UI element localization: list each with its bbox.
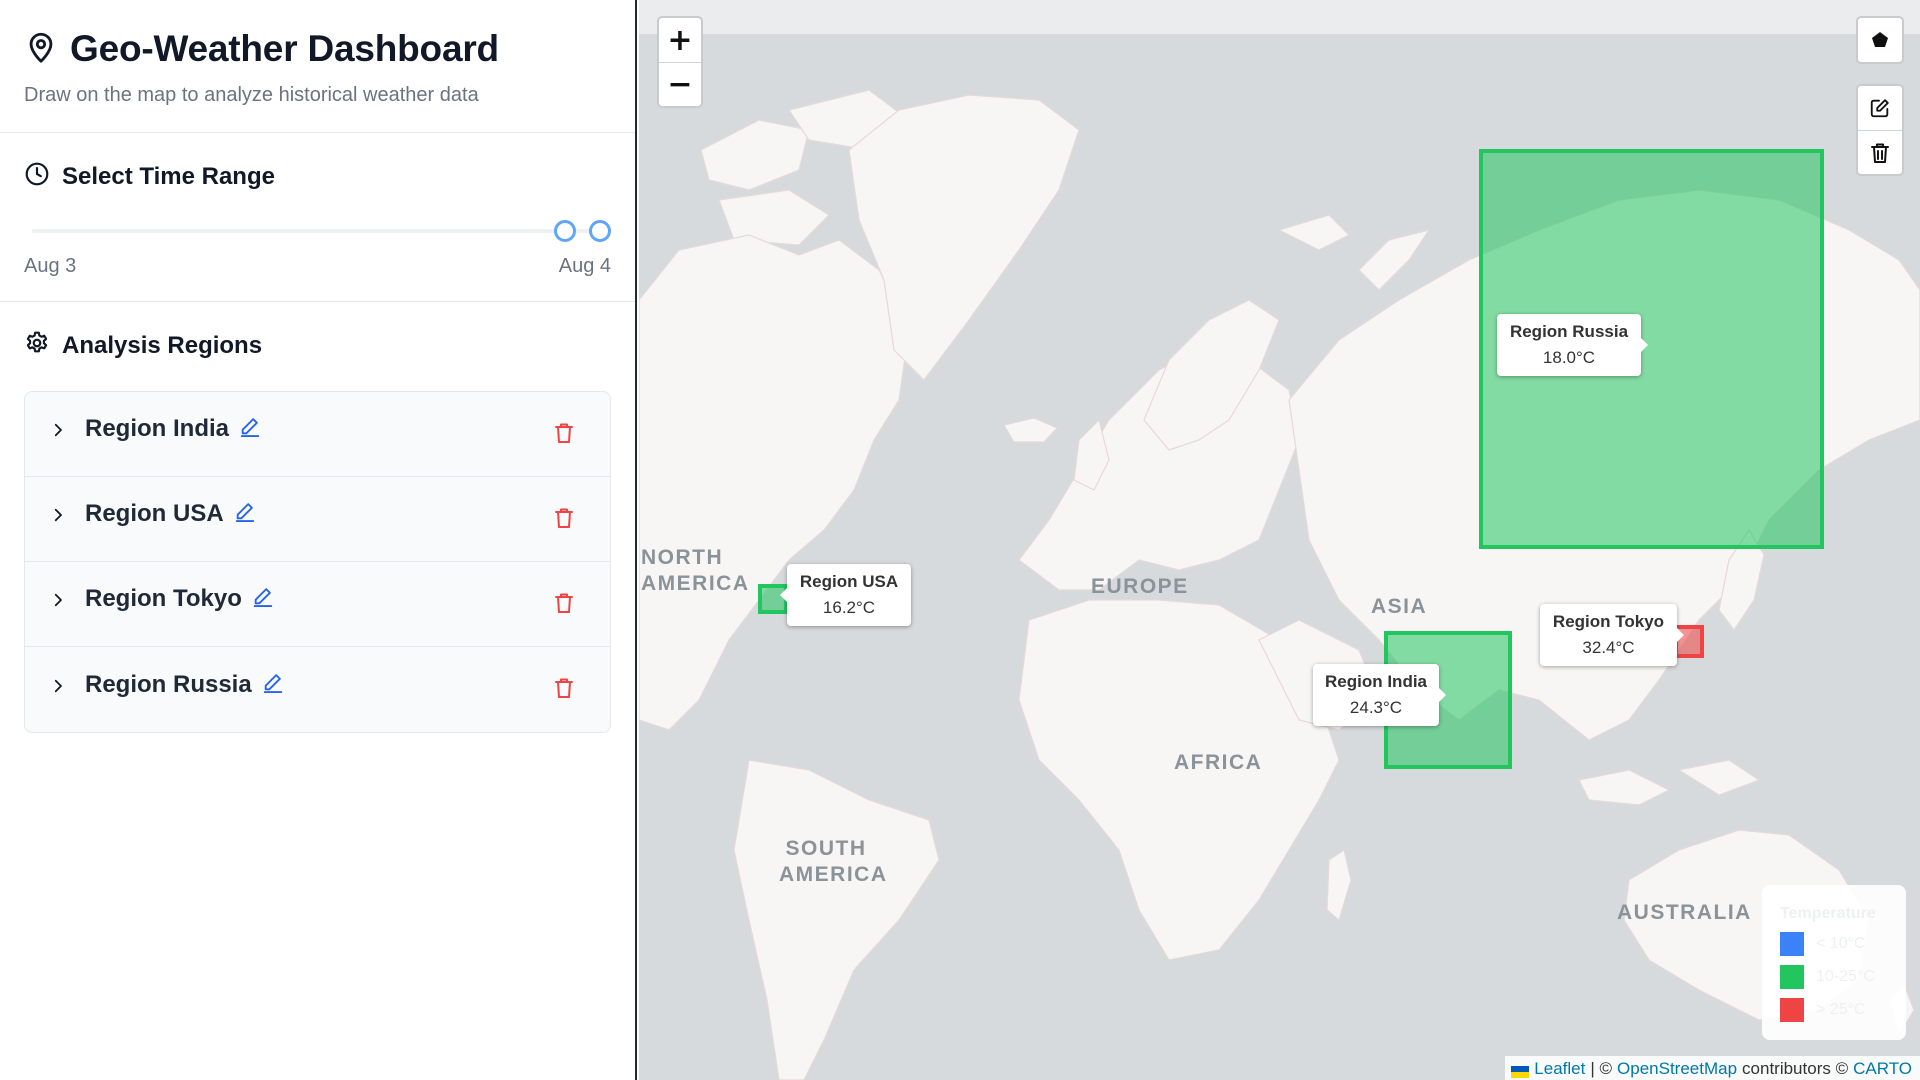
region-name: Region India (85, 415, 229, 442)
continent-label-australia: AUSTRALIA (1617, 901, 1752, 924)
continent-label-north-america: NORTH AMERICA (641, 545, 748, 597)
zoom-control: + − (657, 16, 703, 108)
clock-icon (24, 161, 50, 192)
zoom-in-button[interactable]: + (659, 18, 701, 62)
pencil-icon[interactable] (252, 585, 274, 607)
ukraine-flag-icon (1511, 1063, 1530, 1078)
legend-swatch-green (1780, 965, 1804, 989)
trash-icon[interactable] (554, 507, 574, 529)
delete-layers-button[interactable] (1858, 130, 1902, 174)
region-item-tokyo[interactable]: Region Tokyo (25, 562, 610, 647)
region-item-russia[interactable]: Region Russia (25, 647, 610, 732)
chevron-right-icon[interactable] (49, 506, 67, 524)
legend-item: < 10°C (1780, 932, 1906, 956)
slider-start-handle[interactable] (554, 220, 577, 242)
region-name: Region Russia (85, 670, 252, 698)
trash-icon[interactable] (554, 592, 574, 614)
tooltip-temperature: 32.4°C (1582, 638, 1635, 657)
region-list: Region India Region USA Region Tokyo Reg… (24, 391, 611, 733)
tooltip-temperature: 24.3°C (1349, 698, 1403, 717)
legend-label: > 25°C (1816, 1001, 1866, 1018)
carto-link[interactable]: CARTO (1853, 1059, 1912, 1079)
legend-item: 10-25°C (1780, 965, 1906, 989)
tooltip-india: Region India 24.3°C (1313, 664, 1446, 726)
pencil-icon[interactable] (239, 415, 261, 437)
temperature-legend: Temperature < 10°C 10-25°C > 25°C (1762, 885, 1906, 1040)
region-name: Region USA (85, 500, 224, 527)
edit-layers-button[interactable] (1858, 86, 1902, 130)
continent-label-south-america: SOUTH AMERICA (779, 836, 886, 888)
legend-item: > 25°C (1780, 998, 1906, 1022)
sidebar-header: Geo-Weather Dashboard Draw on the map to… (0, 0, 635, 133)
draw-polygon-button[interactable] (1858, 18, 1902, 62)
page-subtitle: Draw on the map to analyze historical we… (24, 84, 479, 106)
edit-icon (1870, 99, 1889, 118)
regions-title: Analysis Regions (62, 331, 263, 359)
tooltip-temperature: 18.0°C (1542, 348, 1596, 367)
legend-title: Temperature (1780, 905, 1876, 922)
trash-icon (1871, 143, 1889, 163)
attribution-contributors: contributors © (1742, 1059, 1849, 1078)
continent-text: SOUTH AMERICA (779, 837, 888, 886)
start-date-label: Aug 3 (24, 255, 77, 277)
osm-link[interactable]: OpenStreetMap (1617, 1059, 1737, 1079)
region-name: Region Tokyo (85, 585, 242, 612)
tooltip-name: Region India (1325, 672, 1427, 691)
page-title: Geo-Weather Dashboard (70, 28, 499, 69)
edit-toolbar (1856, 84, 1904, 176)
tooltip-usa: Region USA 16.2°C (780, 564, 911, 626)
attribution-sep: | © (1590, 1059, 1613, 1078)
region-item-usa[interactable]: Region USA (25, 477, 610, 562)
legend-swatch-blue (1780, 932, 1804, 956)
leaflet-link[interactable]: Leaflet (1534, 1059, 1585, 1079)
region-item-india[interactable]: Region India (25, 392, 610, 477)
legend-label: < 10°C (1816, 935, 1866, 952)
slider-end-handle[interactable] (589, 220, 611, 242)
chevron-right-icon[interactable] (49, 421, 67, 439)
sidebar: Geo-Weather Dashboard Draw on the map to… (0, 0, 637, 1080)
continent-label-europe: EUROPE (1091, 575, 1189, 598)
time-range-slider[interactable] (32, 219, 611, 243)
map-pin-icon (24, 30, 58, 69)
gear-icon (24, 330, 50, 361)
pencil-icon[interactable] (234, 500, 256, 522)
chevron-right-icon[interactable] (49, 677, 67, 695)
tooltip-russia: Region Russia 18.0°C (1497, 314, 1648, 376)
slider-track[interactable] (32, 229, 611, 233)
weather-map[interactable]: NORTH AMERICA EUROPE ASIA AFRICA SOUTH A… (639, 0, 1920, 1080)
time-range-section: Select Time Range Aug 3 Aug 4 (0, 133, 635, 302)
tooltip-name: Region Tokyo (1552, 612, 1665, 631)
legend-swatch-red (1780, 998, 1804, 1022)
polygon-icon (1872, 32, 1888, 47)
legend-label: 10-25°C (1816, 968, 1875, 985)
pencil-icon[interactable] (262, 671, 284, 693)
tooltip-temperature: 16.2°C (822, 598, 876, 617)
map-attribution: Leaflet | © OpenStreetMap contributors ©… (1505, 1056, 1920, 1080)
tooltip-name: Region Russia (1509, 322, 1629, 341)
end-date-label: Aug 4 (558, 255, 611, 277)
trash-icon[interactable] (554, 422, 574, 444)
chevron-right-icon[interactable] (49, 591, 67, 609)
regions-section: Analysis Regions Region India Region USA… (0, 302, 635, 733)
continent-label-africa: AFRICA (1174, 751, 1263, 774)
time-range-title: Select Time Range (62, 162, 275, 190)
tooltip-tokyo: Region Tokyo 32.4°C (1540, 604, 1684, 666)
tooltip-name: Region USA (799, 572, 899, 591)
draw-toolbar (1856, 16, 1904, 64)
trash-icon[interactable] (554, 677, 574, 699)
continent-label-asia: ASIA (1371, 595, 1428, 618)
zoom-out-button[interactable]: − (659, 62, 701, 106)
